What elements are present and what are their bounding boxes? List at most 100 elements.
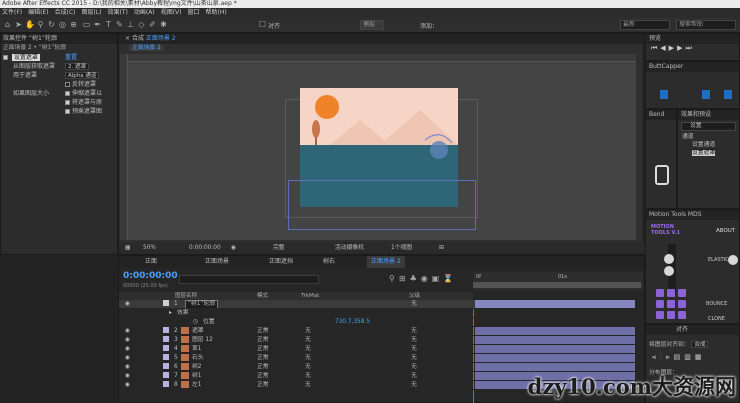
elastic-label[interactable]: ELASTIC — [708, 257, 729, 263]
parent-dropdown[interactable]: 无 — [411, 354, 417, 362]
eye-icon[interactable]: ◉ — [125, 363, 130, 371]
bend-tab[interactable]: Bend — [646, 110, 676, 120]
clone-button[interactable]: CLONE — [708, 316, 725, 322]
workspace-dropdown[interactable]: 最新 — [620, 20, 670, 30]
layer-name[interactable]: 草1 — [192, 345, 202, 353]
anchor-grid-bl[interactable] — [656, 311, 664, 319]
matte-layer-dropdown[interactable]: 2. 遮罩 — [65, 63, 89, 70]
anchor-grid-ml[interactable] — [656, 300, 664, 308]
breadcrumb[interactable]: 正面场景 2 — [129, 45, 164, 51]
layer-label-color[interactable] — [163, 381, 169, 387]
timeline-tab[interactable]: 正面 — [145, 256, 157, 268]
col-trkmat[interactable]: TrkMat — [301, 292, 319, 300]
trkmat-dropdown[interactable]: 无 — [305, 381, 311, 389]
fx-toggle-icon[interactable] — [3, 55, 8, 60]
effects-presets-tab[interactable]: 效果和预设 — [678, 110, 739, 120]
view-options-icon[interactable]: ⊞ — [439, 242, 444, 254]
elastic-knob[interactable] — [728, 255, 738, 265]
effect-row-composite[interactable]: 将遮罩与原 — [1, 98, 119, 107]
views-dropdown[interactable]: 1个视图 — [391, 242, 412, 254]
mode-dropdown[interactable]: 正常 — [257, 327, 269, 335]
timeline-tab[interactable]: 正面场景 — [205, 256, 229, 268]
comp-viewer[interactable] — [128, 62, 636, 240]
layer-bounding-box[interactable] — [288, 180, 476, 230]
home-icon[interactable]: ⌂ — [3, 20, 12, 29]
mode-dropdown[interactable]: 正常 — [257, 354, 269, 362]
layer-name-field[interactable]: “树1”轮廓 — [185, 300, 219, 308]
composite-matte-checkbox[interactable] — [65, 100, 70, 105]
close-icon[interactable]: × — [125, 35, 130, 42]
timeline-switches[interactable]: ⚲⊞♣◉▣⌛ — [389, 274, 457, 283]
menu-file[interactable]: 文件(F) — [2, 8, 22, 17]
parent-dropdown[interactable]: 无 — [411, 381, 417, 389]
mode-dropdown[interactable]: 正常 — [257, 372, 269, 380]
layer-label-color[interactable] — [163, 327, 169, 333]
effects-row[interactable]: ▸ 效果 — [119, 309, 589, 318]
playback-controls[interactable]: ⏮◀▶▶⏭ — [646, 44, 739, 53]
rotate-tool-icon[interactable]: ↻ — [47, 20, 56, 29]
anchor-grid-bc[interactable] — [667, 311, 675, 319]
mode-dropdown[interactable]: 正常 — [257, 345, 269, 353]
effect-controls-tab[interactable]: 效果控件 “树1”轮廓 — [1, 34, 117, 44]
eye-icon[interactable]: ◉ — [125, 327, 130, 335]
layer-label-color[interactable] — [163, 372, 169, 378]
col-mode[interactable]: 模式 — [257, 292, 268, 300]
tree-category[interactable]: 通道 — [682, 133, 739, 141]
brush-tool-icon[interactable]: ✎ — [115, 20, 124, 29]
parent-dropdown[interactable]: 无 — [411, 300, 417, 308]
vertical-ruler[interactable] — [120, 54, 128, 240]
anchor-grid-tr[interactable] — [678, 289, 686, 297]
hand-tool-icon[interactable]: ✋ — [25, 20, 35, 29]
trkmat-dropdown[interactable]: 无 — [305, 336, 311, 344]
layer-bar-5[interactable] — [475, 354, 635, 362]
menu-effect[interactable]: 效果(T) — [108, 8, 128, 17]
layer-label-color[interactable] — [163, 336, 169, 342]
trkmat-dropdown[interactable]: 无 — [305, 327, 311, 335]
snap-checkbox-icon[interactable]: ☐ — [258, 20, 267, 29]
puppet-tool-icon[interactable]: ✱ — [159, 20, 168, 29]
timecode-display[interactable]: 0:00:00:00 — [189, 242, 221, 254]
mode-dropdown[interactable]: 正常 — [257, 336, 269, 344]
motion-tools-tab[interactable]: Motion Tools MDS — [646, 210, 739, 220]
expand-icon[interactable]: ▸ — [169, 309, 172, 317]
menu-edit[interactable]: 编辑(E) — [28, 8, 48, 17]
menu-help[interactable]: 帮助(H) — [206, 8, 227, 17]
position-row[interactable]: ◷ 位置 730.7,358.5 — [119, 318, 589, 327]
effect-row-premultiply[interactable]: 预乘遮罩图 — [1, 107, 119, 116]
effect-name-row[interactable]: 设置遮罩 重置 — [1, 53, 119, 62]
anchor-grid-tc[interactable] — [667, 289, 675, 297]
layer-bar-3[interactable] — [475, 336, 635, 344]
eye-icon[interactable]: ◉ — [125, 381, 130, 389]
pan-behind-tool-icon[interactable]: ⊕ — [69, 20, 78, 29]
bend-icon[interactable] — [655, 165, 669, 185]
eye-icon[interactable]: ◉ — [125, 354, 130, 362]
effect-row-stretch[interactable]: 如果图层大小 伸缩遮罩以 — [1, 89, 119, 98]
mode-dropdown[interactable]: 正常 — [257, 381, 269, 389]
time-ruler[interactable]: 0f 01s — [473, 272, 643, 290]
stretch-matte-checkbox[interactable] — [65, 91, 70, 96]
timeline-tab[interactable]: 树右 — [323, 256, 335, 268]
layer-bar-4[interactable] — [475, 345, 635, 353]
parent-dropdown[interactable]: 无 — [411, 372, 417, 380]
eye-icon[interactable]: ◉ — [125, 336, 130, 344]
col-layer-name[interactable]: 图层名称 — [175, 292, 197, 300]
anchor-grid-mc[interactable] — [667, 300, 675, 308]
layer-bar-2[interactable] — [475, 327, 635, 335]
align-tab[interactable]: 对齐 — [646, 325, 739, 335]
round-cap-icon[interactable] — [702, 90, 710, 99]
layer-bar-6[interactable] — [475, 363, 635, 371]
slider-knob-2[interactable] — [664, 266, 674, 276]
tree-item[interactable]: 设置通道 — [682, 141, 739, 149]
layer-label-color[interactable] — [163, 354, 169, 360]
pen-tool-icon[interactable]: ✒ — [93, 20, 102, 29]
camera-tool-icon[interactable]: ◎ — [58, 20, 67, 29]
layer-label-color[interactable] — [163, 300, 169, 306]
menu-layer[interactable]: 图层(L) — [82, 8, 102, 17]
trkmat-dropdown[interactable]: 无 — [305, 372, 311, 380]
menu-animation[interactable]: 动画(A) — [134, 8, 155, 17]
anchor-grid-br[interactable] — [678, 311, 686, 319]
align-buttons[interactable]: ⫷⫶⫸▤▥▦ — [646, 352, 739, 363]
align-target-dropdown[interactable]: 合成 — [691, 341, 709, 348]
menu-view[interactable]: 视图(V) — [161, 8, 182, 17]
buttcapper-tab[interactable]: ButtCapper — [646, 62, 739, 72]
